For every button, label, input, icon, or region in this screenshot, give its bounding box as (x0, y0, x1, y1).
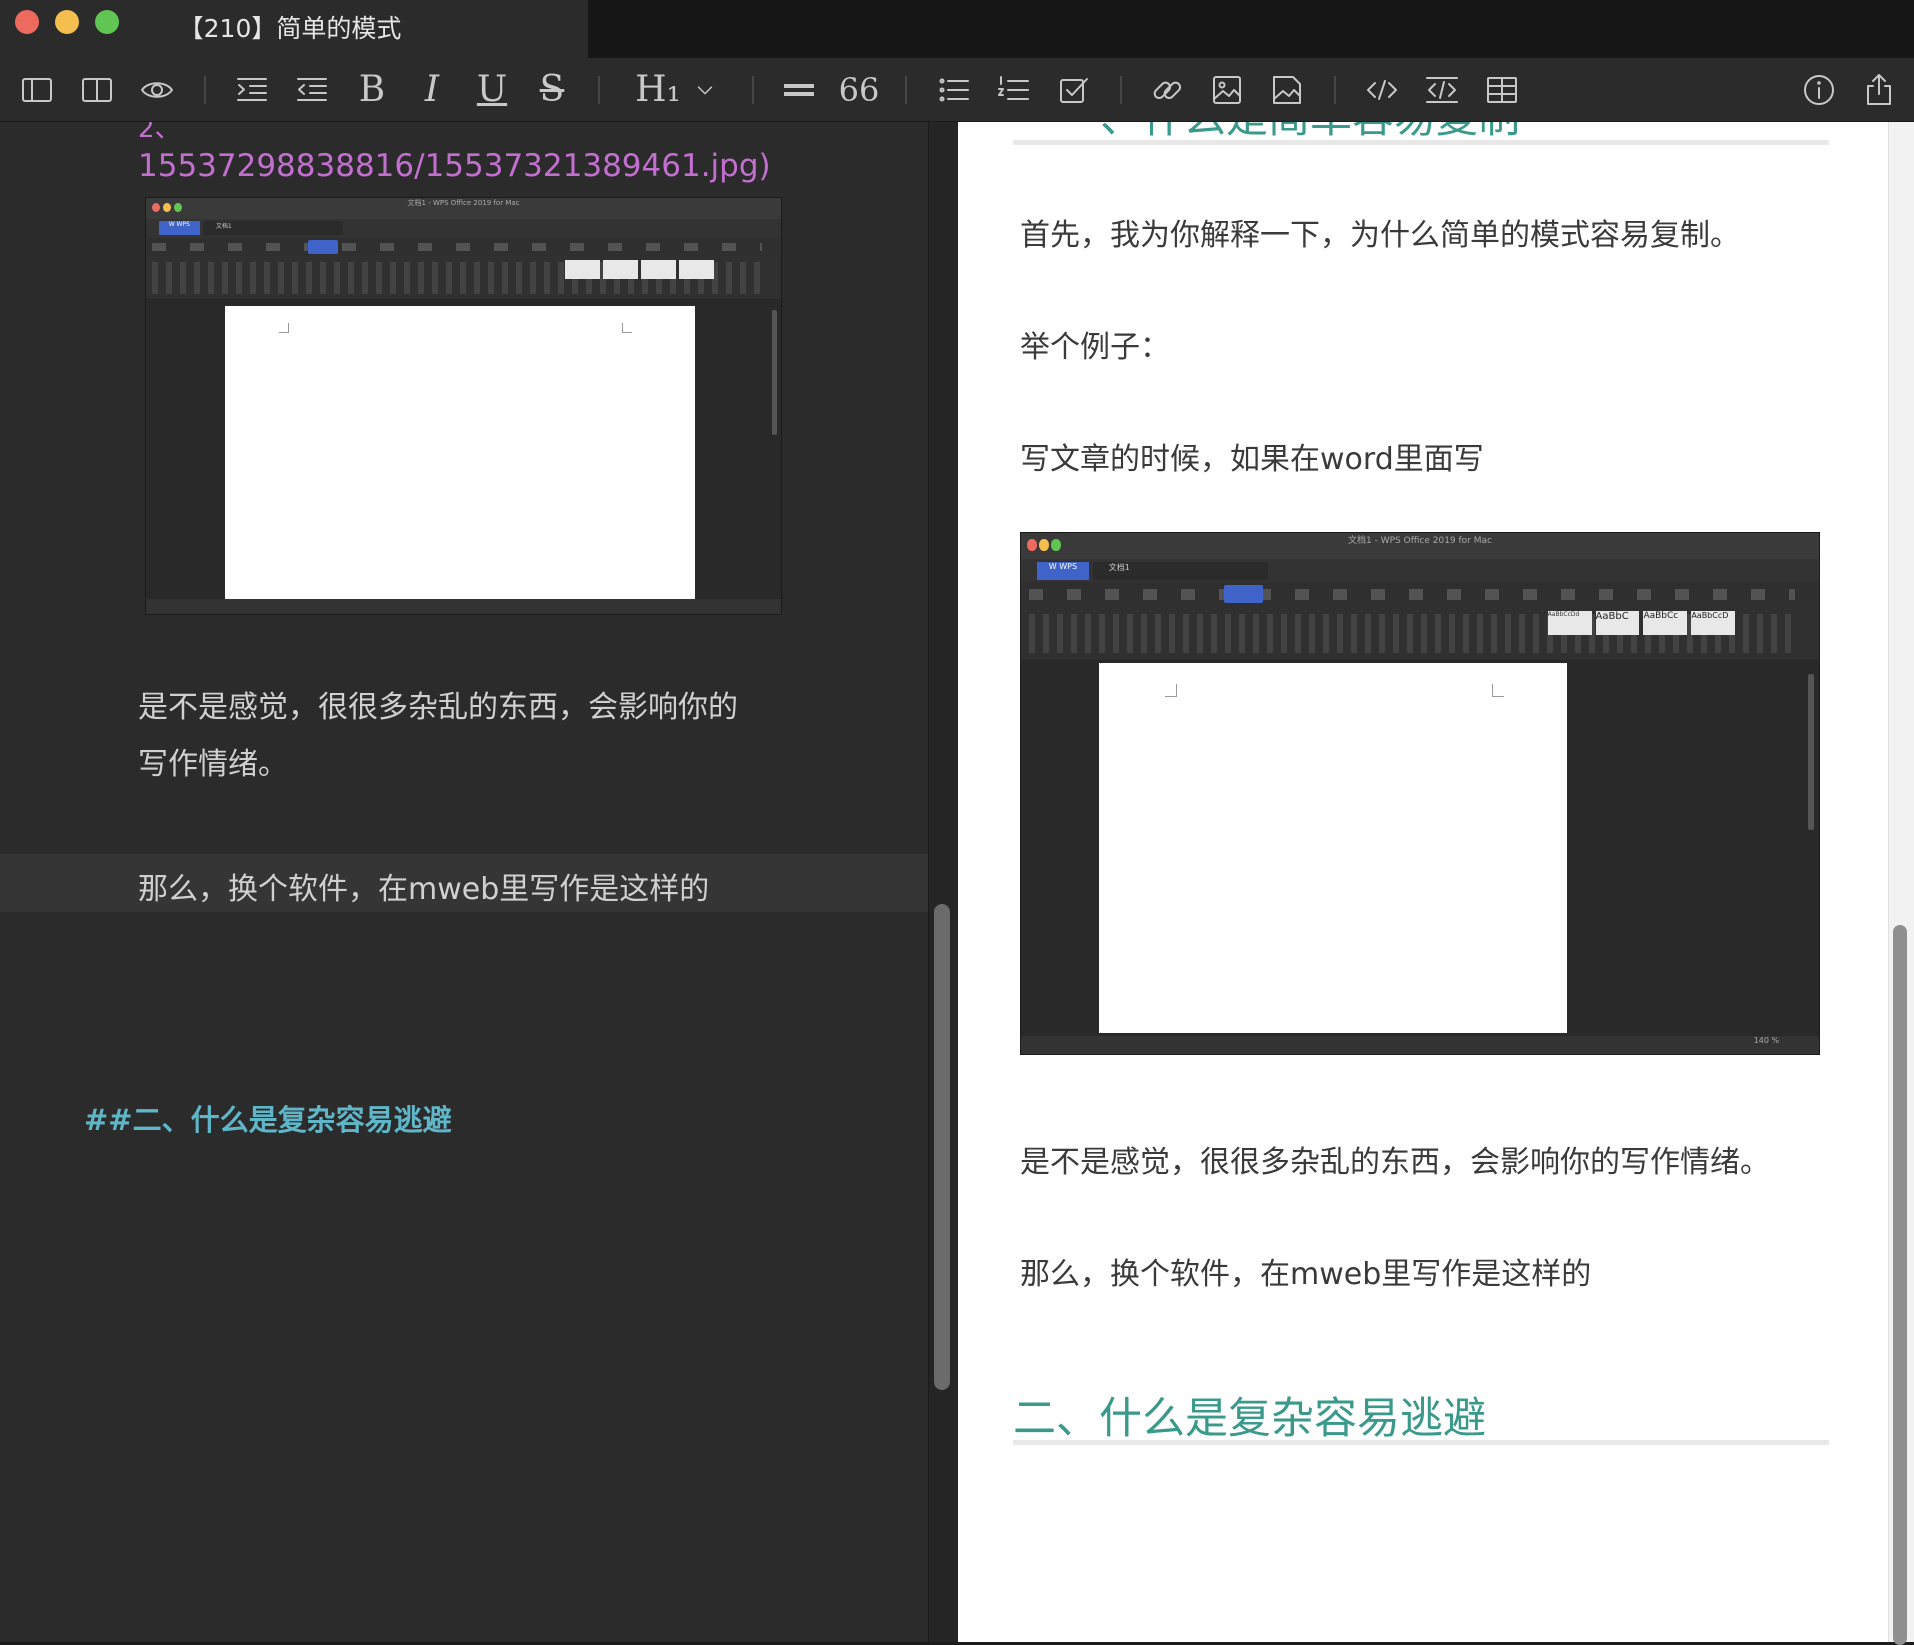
wps-style-4 (679, 260, 715, 280)
preview-paragraph: 写文章的时候，如果在word里面写 (1020, 442, 1484, 477)
wps-style-1 (565, 260, 601, 280)
heading-underline (1013, 140, 1829, 145)
editor-image-url: 15537298838816/15537321389461.jpg) (138, 148, 771, 184)
toolbar-separator (752, 76, 754, 104)
wps-tab: W WPS (1036, 561, 1089, 580)
editor-toolbar: B I U S H₁ 66 (0, 58, 1914, 122)
bullet-list-icon[interactable] (932, 68, 976, 112)
markdown-editor[interactable]: 2、 15537298838816/15537321389461.jpg) 文档… (0, 122, 928, 1642)
outdent-icon[interactable] (290, 68, 334, 112)
wps-close-dot (152, 202, 160, 213)
wps-style-3: AaBbCc (1643, 611, 1688, 635)
editor-paragraph-line: 是不是感觉，很很多杂乱的东西，会影响你的 (138, 690, 738, 725)
wps-titlebar: 文档1 - WPS Office 2019 for Mac (146, 198, 781, 219)
wps-menu-active (1224, 585, 1263, 603)
wps-statusbar (146, 599, 781, 614)
wps-page-corner (1164, 684, 1177, 698)
editor-markdown-heading: ##二、什么是复杂容易逃避 (84, 1103, 452, 1137)
wps-page-corner (1491, 684, 1504, 698)
wps-style-2 (603, 260, 639, 280)
preview-paragraph: 是不是感觉，很很多杂乱的东西，会影响你的写作情绪。 (1020, 1145, 1770, 1180)
editor-current-line: 那么，换个软件，在mweb里写作是这样的 (138, 872, 710, 907)
info-icon[interactable] (1797, 68, 1841, 112)
editor-scrollbar[interactable] (928, 122, 958, 1642)
preview-scroll-thumb[interactable] (1893, 925, 1907, 1645)
heading-underline (1013, 1440, 1829, 1445)
editor-inline-image: 文档1 - WPS Office 2019 for Mac W WPS 文档1 (145, 197, 782, 615)
window-titlebar: 【210】简单的模式 (0, 0, 1914, 58)
code-icon[interactable] (1360, 68, 1404, 112)
wps-scrollbar (772, 310, 778, 436)
window-title: 【210】简单的模式 (178, 14, 402, 43)
editor-paragraph-line: 写作情绪。 (138, 747, 288, 782)
task-list-icon[interactable] (1052, 68, 1096, 112)
preview-paragraph: 那么，换个软件，在mweb里写作是这样的 (1020, 1257, 1592, 1292)
markdown-preview: 一、什么是简单容易复制 首先，我为你解释一下，为什么简单的模式容易复制。 举个例… (958, 122, 1888, 1642)
code-block-icon[interactable] (1420, 68, 1464, 112)
wps-scrollbar (1807, 673, 1815, 830)
indent-icon[interactable] (230, 68, 274, 112)
editor-scroll-thumb[interactable] (934, 904, 950, 1390)
preview-heading: 二、什么是复杂容易逃避 (1013, 1394, 1486, 1444)
wps-statusbar: 140 % (1021, 1035, 1819, 1054)
numbered-list-icon[interactable] (992, 68, 1036, 112)
heading-icon[interactable]: H₁ (628, 68, 688, 112)
preview-paragraph: 举个例子： (1020, 330, 1170, 365)
wps-min-dot (163, 202, 171, 213)
wps-page (225, 306, 696, 600)
table-icon[interactable] (1480, 68, 1524, 112)
heading-glyph: H₁ (635, 69, 681, 110)
toolbar-separator (1120, 76, 1122, 104)
italic-icon[interactable]: I (410, 68, 454, 112)
wps-style-4: AaBbCcD (1691, 611, 1736, 635)
strike-glyph: S (539, 69, 565, 110)
minimize-window-button[interactable] (55, 10, 79, 34)
toggle-sidebar-icon[interactable] (15, 68, 59, 112)
heading-dropdown-icon[interactable] (685, 68, 725, 112)
wps-menu-items (152, 242, 762, 252)
preview-eye-icon[interactable] (135, 68, 179, 112)
toolbar-separator (1334, 76, 1336, 104)
wps-tab: W WPS (158, 220, 200, 236)
wps-max-dot (1051, 539, 1061, 551)
wps-close-dot (1027, 539, 1037, 551)
editor-line-cut: 2、 (138, 122, 181, 144)
toolbar-separator (598, 76, 600, 104)
split-view-icon[interactable] (75, 68, 119, 112)
underline-glyph: U (476, 69, 508, 110)
wps-style-2: AaBbC (1595, 611, 1640, 635)
wps-min-dot (1039, 539, 1049, 551)
preview-image: 文档1 - WPS Office 2019 for Mac W WPS 文档1 … (1020, 532, 1820, 1055)
wps-max-dot (173, 202, 182, 213)
underline-icon[interactable]: U (470, 68, 514, 112)
toolbar-separator (204, 76, 206, 104)
bold-icon[interactable]: B (350, 68, 394, 112)
wps-page-corner (622, 322, 632, 334)
strikethrough-icon[interactable]: S (530, 68, 574, 112)
quote-icon[interactable]: 66 (837, 68, 881, 112)
wps-page (1099, 663, 1567, 1034)
preview-paragraph: 首先，我为你解释一下，为什么简单的模式容易复制。 (1020, 218, 1740, 253)
close-window-button[interactable] (15, 10, 39, 34)
wps-style-1: AaBbCcDd (1547, 611, 1592, 635)
bold-glyph: B (358, 69, 386, 110)
horizontal-rule-icon[interactable] (777, 68, 821, 112)
image-upload-icon[interactable] (1265, 68, 1309, 112)
wps-menu-active (307, 239, 339, 254)
wps-doc-tab: 文档1 (203, 220, 343, 236)
wps-menu-items (1028, 589, 1796, 600)
maximize-window-button[interactable] (95, 10, 119, 34)
wps-doc-tab: 文档1 (1092, 561, 1269, 580)
link-icon[interactable] (1145, 68, 1189, 112)
image-icon[interactable] (1205, 68, 1249, 112)
toolbar-separator (905, 76, 907, 104)
wps-page-corner (279, 322, 289, 334)
wps-titlebar: 文档1 - WPS Office 2019 for Mac (1021, 533, 1819, 560)
italic-glyph: I (424, 69, 440, 110)
quote-glyph: 66 (838, 71, 880, 109)
wps-style-3 (641, 260, 677, 280)
share-icon[interactable] (1857, 68, 1901, 112)
